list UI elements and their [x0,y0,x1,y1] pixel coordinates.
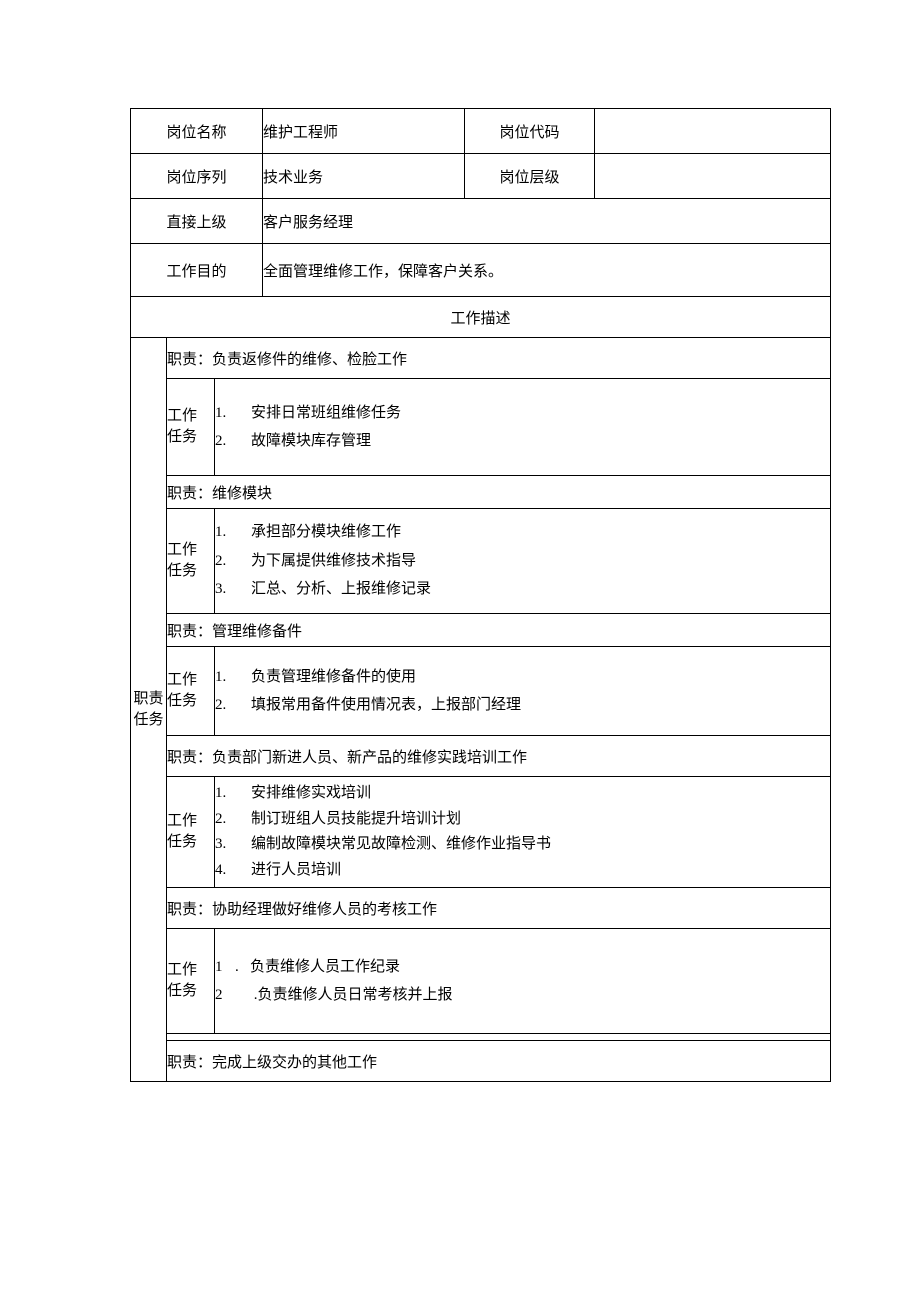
duty-1-title: 职责：负责返修件的维修、检脸工作 [167,338,831,379]
label-position-code: 岗位代码 [465,109,595,154]
label-position-name: 岗位名称 [131,109,263,154]
d2-n2: 2. [215,547,251,576]
task-label-line1c: 工作 [167,670,214,691]
job-description-document: 岗位名称 维护工程师 岗位代码 岗位序列 技术业务 岗位层级 直接上级 客户服务… [130,108,830,1082]
task-label-2b: 工作 任务 [167,509,215,614]
side-label-line2: 任务 [131,710,166,731]
d2-t1: 承担部分模块维修工作 [251,518,401,547]
task-label-line1e: 工作 [167,960,214,981]
duty-3-title-row: 职责：管理维修备件 [131,614,831,647]
d4-t1: 安排维修实戏培训 [251,781,371,807]
row-purpose: 工作目的 全面管理维修工作，保障客户关系。 [131,244,831,297]
d5-t1: . 负责维修人员工作纪录 [235,953,400,982]
duty-5-tasks: 1. 负责维修人员工作纪录 2 .负责维修人员日常考核并上报 [215,929,831,1034]
row-supervisor: 直接上级 客户服务经理 [131,199,831,244]
label-position-series: 岗位序列 [131,154,263,199]
d1-t2: 故障模块库存管理 [251,427,371,456]
d5-t2: .负责维修人员日常考核并上报 [235,981,453,1010]
duty-3-title: 职责：管理维修备件 [167,614,831,647]
duty-4-title-row: 职责：负责部门新进人员、新产品的维修实践培训工作 [131,736,831,777]
d2-t2: 为下属提供维修技术指导 [251,547,416,576]
duty-3-tasks-row: 工作 任务 1.负责管理维修备件的使用 2.填报常用备件使用情况表，上报部门经理 [131,647,831,736]
duty-4-tasks: 1.安排维修实戏培训 2.制订班组人员技能提升培训计划 3.编制故障模块常见故障… [215,777,831,888]
value-position-series: 技术业务 [263,154,465,199]
label-purpose: 工作目的 [131,244,263,297]
duty-3-tasks: 1.负责管理维修备件的使用 2.填报常用备件使用情况表，上报部门经理 [215,647,831,736]
duty-2-tasks: 1.承担部分模块维修工作 2.为下属提供维修技术指导 3.汇总、分析、上报维修记… [215,509,831,614]
d2-t3: 汇总、分析、上报维修记录 [251,575,431,604]
duty-4-title: 职责：负责部门新进人员、新产品的维修实践培训工作 [167,736,831,777]
task-label-line1: 工作 [167,406,214,427]
side-label: 职责 任务 [131,338,167,1082]
label-supervisor: 直接上级 [131,199,263,244]
d4-n1: 1. [215,781,251,807]
d3-n1: 1. [215,663,251,692]
d1-t1: 安排日常班组维修任务 [251,399,401,428]
task-label-line1d: 工作 [167,811,214,832]
task-label-3: 工作 任务 [167,647,215,736]
duty-1-tasks-row: 工作 任务 1.安排日常班组维修任务 2.故障模块库存管理 [131,379,831,476]
d4-n2: 2. [215,807,251,833]
task-label-line1b: 工作 [167,540,214,561]
side-label-line1: 职责 [131,689,166,710]
duty-5-tasks-row: 工作 任务 1. 负责维修人员工作纪录 2 .负责维修人员日常考核并上报 [131,929,831,1034]
task-label-line2b: 任务 [167,561,214,582]
value-position-name: 维护工程师 [263,109,465,154]
task-label-4: 工作 任务 [167,777,215,888]
d2-n3: 3. [215,575,251,604]
duty-2-title: 职责：维修模块 [167,476,831,509]
d2-n1: 1. [215,518,251,547]
duty-1-tasks: 1.安排日常班组维修任务 2.故障模块库存管理 [215,379,831,476]
task-label-5: 工作 任务 [167,929,215,1034]
duty-2-title-row: 职责：维修模块 [131,476,831,509]
duty-2-tasks-row: 工作 任务 1.承担部分模块维修工作 2.为下属提供维修技术指导 3.汇总、分析… [131,509,831,614]
spacer-row [131,1034,831,1041]
row-section-title: 工作描述 [131,297,831,338]
d4-n4: 4. [215,858,251,884]
duty-6-title-row: 职责：完成上级交办的其他工作 [131,1041,831,1082]
duty-6-title: 职责：完成上级交办的其他工作 [167,1041,831,1082]
task-label-line2d: 任务 [167,832,214,853]
d5-n2: 2 [215,981,235,1010]
task-label-line2: 任务 [167,427,214,448]
job-table: 岗位名称 维护工程师 岗位代码 岗位序列 技术业务 岗位层级 直接上级 客户服务… [130,108,831,1082]
d3-t2: 填报常用备件使用情况表，上报部门经理 [251,691,521,720]
task-label-line2e: 任务 [167,981,214,1002]
value-supervisor: 客户服务经理 [263,199,831,244]
d1-n1: 1. [215,399,251,428]
duty-5-title-row: 职责：协助经理做好维修人员的考核工作 [131,888,831,929]
value-position-level [595,154,831,199]
d3-n2: 2. [215,691,251,720]
task-label-1: 工作 任务 [167,379,215,476]
duty-5-title: 职责：协助经理做好维修人员的考核工作 [167,888,831,929]
row-position-series: 岗位序列 技术业务 岗位层级 [131,154,831,199]
d1-n2: 2. [215,427,251,456]
value-position-code [595,109,831,154]
value-purpose: 全面管理维修工作，保障客户关系。 [263,244,831,297]
d4-t2: 制订班组人员技能提升培训计划 [251,807,461,833]
task-label-line2c: 任务 [167,691,214,712]
label-position-level: 岗位层级 [465,154,595,199]
d5-n1: 1 [215,953,235,982]
duty-4-tasks-row: 工作 任务 1.安排维修实戏培训 2.制订班组人员技能提升培训计划 3.编制故障… [131,777,831,888]
d4-t3: 编制故障模块常见故障检测、维修作业指导书 [251,832,551,858]
section-title: 工作描述 [131,297,831,338]
row-position-name: 岗位名称 维护工程师 岗位代码 [131,109,831,154]
d4-t4: 进行人员培训 [251,858,341,884]
d3-t1: 负责管理维修备件的使用 [251,663,416,692]
duty-1-title-row: 职责 任务 职责：负责返修件的维修、检脸工作 [131,338,831,379]
d4-n3: 3. [215,832,251,858]
